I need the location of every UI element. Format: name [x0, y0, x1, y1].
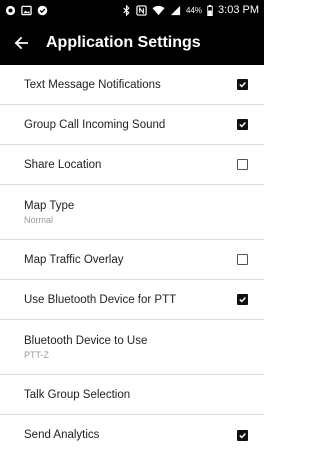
status-bar: 44% 3:03 PM	[0, 0, 264, 20]
setting-text: Map Type Normal	[24, 200, 74, 225]
nfc-icon	[136, 4, 147, 16]
battery-icon	[207, 4, 213, 16]
setting-label: Use Bluetooth Device for PTT	[24, 293, 177, 306]
setting-talk-group-selection[interactable]: Talk Group Selection	[0, 375, 264, 415]
app-bar: Application Settings	[0, 20, 264, 65]
check-icon	[239, 122, 246, 128]
setting-label: Talk Group Selection	[24, 388, 131, 401]
check-icon	[239, 82, 246, 88]
whatsapp-icon	[5, 5, 16, 16]
signal-icon	[170, 5, 181, 16]
setting-group-call-incoming-sound[interactable]: Group Call Incoming Sound	[0, 105, 264, 145]
setting-bluetooth-device[interactable]: Bluetooth Device to Use PTT-Z	[0, 320, 264, 375]
setting-label: Map Type	[24, 199, 75, 212]
send-analytics-checkbox[interactable]	[237, 429, 248, 441]
setting-label: Text Message Notifications	[24, 78, 161, 91]
status-right: 44% 3:03 PM	[122, 4, 259, 16]
setting-label: Group Call Incoming Sound	[24, 118, 166, 131]
battery-percent: 44%	[186, 5, 203, 15]
setting-map-traffic-overlay[interactable]: Map Traffic Overlay	[0, 240, 264, 280]
setting-label: Map Traffic Overlay	[24, 253, 124, 266]
group-call-incoming-sound-checkbox[interactable]	[237, 119, 248, 130]
settings-list: Text Message Notifications Group Call In…	[0, 65, 264, 455]
check-icon	[239, 297, 246, 303]
setting-send-analytics[interactable]: Send Analytics	[0, 415, 264, 455]
setting-use-bluetooth-ptt[interactable]: Use Bluetooth Device for PTT	[0, 280, 264, 320]
setting-label: Share Location	[24, 158, 102, 171]
check-icon	[239, 432, 246, 439]
page-title: Application Settings	[46, 33, 201, 51]
status-time: 3:03 PM	[218, 4, 259, 16]
map-traffic-overlay-checkbox[interactable]	[237, 254, 248, 265]
share-location-checkbox[interactable]	[237, 159, 248, 170]
bluetooth-icon	[122, 4, 131, 16]
wifi-icon	[152, 5, 165, 16]
image-icon	[21, 5, 32, 16]
setting-value: PTT-Z	[24, 349, 49, 360]
setting-share-location[interactable]: Share Location	[0, 145, 264, 185]
use-bluetooth-ptt-checkbox[interactable]	[237, 294, 248, 305]
setting-value: Normal	[24, 214, 54, 225]
arrow-left-icon[interactable]	[10, 32, 32, 54]
setting-label: Send Analytics	[24, 429, 100, 441]
check-circle-icon	[37, 5, 48, 16]
setting-label: Bluetooth Device to Use	[24, 334, 148, 347]
setting-map-type[interactable]: Map Type Normal	[0, 185, 264, 240]
setting-text-message-notifications[interactable]: Text Message Notifications	[0, 65, 264, 105]
setting-text: Bluetooth Device to Use PTT-Z	[24, 335, 147, 360]
status-left	[5, 5, 48, 16]
text-message-notifications-checkbox[interactable]	[237, 79, 248, 90]
